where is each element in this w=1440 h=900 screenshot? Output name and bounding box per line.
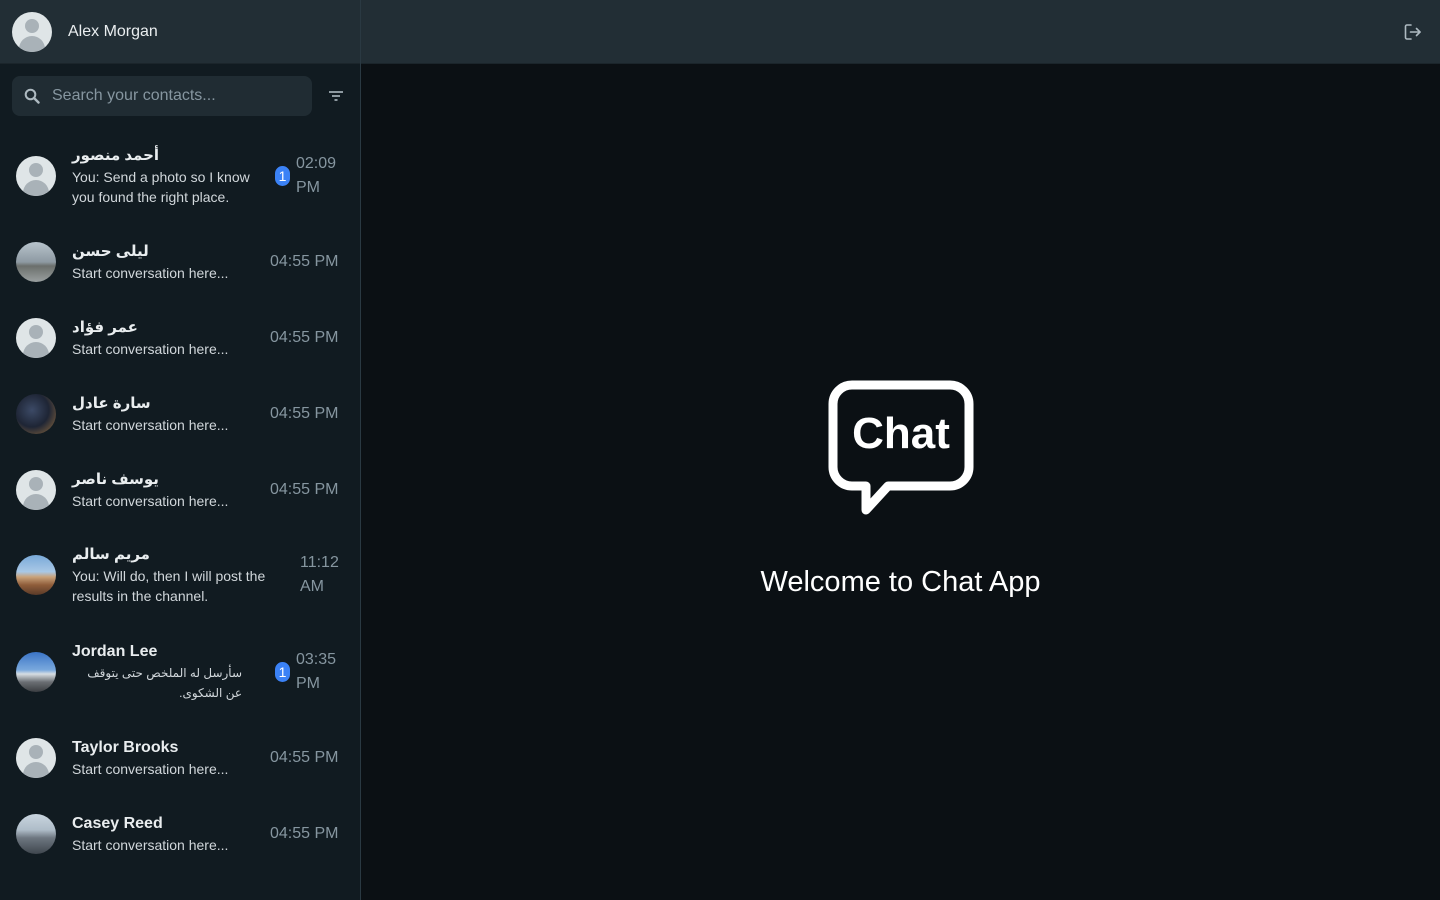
contact-info: مريم سالم You: Will do, then I will post…	[72, 545, 280, 606]
main-panel: Chat Welcome to Chat App	[361, 0, 1440, 900]
contact-time: 04:55 PM	[270, 481, 339, 498]
unread-badge: 1	[275, 166, 290, 186]
contact-item[interactable]: سارة عادل Start conversation here... 04:…	[0, 374, 360, 454]
avatar-body-shape	[19, 35, 45, 52]
contact-name: يوسف ناصر	[72, 470, 159, 488]
contact-item[interactable]: Taylor Brooks Start conversation here...…	[0, 718, 360, 798]
contact-name: Jordan Lee	[72, 642, 158, 660]
user-name: Alex Morgan	[68, 22, 158, 40]
contact-preview: Start conversation here...	[72, 264, 229, 281]
contact-preview: Start conversation here...	[72, 492, 229, 509]
contact-item[interactable]: أحمد منصور You: Send a photo so I know y…	[0, 136, 360, 216]
user-avatar[interactable]	[12, 11, 52, 52]
search-input[interactable]	[52, 76, 308, 116]
contact-avatar	[16, 318, 56, 358]
contact-time: 04:55 PM	[270, 749, 339, 766]
contact-item[interactable]: مريم سالم You: Will do, then I will post…	[0, 535, 360, 615]
contact-item[interactable]: Casey Reed Start conversation here... 04…	[0, 794, 360, 874]
contact-time: 02:09 PM	[296, 155, 337, 196]
chat-logo-text: Chat	[852, 409, 950, 458]
main-header	[361, 0, 1440, 64]
contact-avatar	[16, 242, 56, 282]
contact-item[interactable]: عمر فؤاد Start conversation here... 04:5…	[0, 298, 360, 378]
filter-icon[interactable]	[326, 86, 346, 106]
contact-info: Casey Reed Start conversation here...	[72, 814, 262, 855]
contact-time: 11:12 AM	[300, 554, 339, 595]
contact-time: 03:35 PM	[296, 651, 337, 692]
search-bar[interactable]	[12, 76, 312, 116]
contact-avatar	[16, 555, 56, 595]
contact-preview: سأرسل له الملخص حتى يتوقف عن الشكوى.	[87, 665, 242, 700]
contact-preview: Start conversation here...	[72, 340, 229, 357]
logout-icon[interactable]	[1403, 22, 1423, 42]
contact-avatar	[16, 156, 56, 196]
contact-name: Taylor Brooks	[72, 738, 179, 756]
search-icon	[24, 88, 40, 104]
contact-info: يوسف ناصر Start conversation here...	[72, 470, 262, 511]
contact-preview: Start conversation here...	[72, 836, 229, 853]
contact-name: سارة عادل	[72, 394, 151, 412]
sidebar: Alex Morgan أحمد منصور You: Send a photo…	[0, 0, 361, 900]
contact-avatar	[16, 814, 56, 854]
welcome-message: Welcome to Chat App	[760, 566, 1041, 598]
avatar-head-shape	[25, 18, 39, 33]
sidebar-header: Alex Morgan	[0, 0, 360, 64]
contact-info: ليلى حسن Start conversation here...	[72, 242, 262, 283]
contact-name: مريم سالم	[72, 545, 150, 563]
contact-name: عمر فؤاد	[72, 318, 138, 336]
contact-avatar	[16, 652, 56, 692]
contact-time: 04:55 PM	[270, 329, 339, 346]
contact-avatar	[16, 738, 56, 778]
contact-preview: You: Send a photo so I know you found th…	[72, 168, 250, 205]
unread-badge: 1	[275, 662, 290, 682]
contact-name: Casey Reed	[72, 814, 163, 832]
contact-name: أحمد منصور	[72, 146, 160, 164]
contact-info: عمر فؤاد Start conversation here...	[72, 318, 262, 359]
contact-name: ليلى حسن	[72, 242, 149, 260]
contact-info: سارة عادل Start conversation here...	[72, 394, 262, 435]
contact-info: أحمد منصور You: Send a photo so I know y…	[72, 146, 267, 207]
contact-avatar	[16, 394, 56, 434]
contact-item[interactable]: يوسف ناصر Start conversation here... 04:…	[0, 450, 360, 530]
contact-item[interactable]: Jordan Lee سأرسل له الملخص حتى يتوقف عن …	[0, 632, 360, 712]
contact-time: 04:55 PM	[270, 253, 339, 270]
contact-item[interactable]: ليلى حسن Start conversation here... 04:5…	[0, 222, 360, 302]
contact-preview: Start conversation here...	[72, 760, 229, 777]
contact-time: 04:55 PM	[270, 405, 339, 422]
chat-logo-icon: Chat	[828, 380, 974, 515]
contact-preview: Start conversation here...	[72, 416, 229, 433]
contact-info: Taylor Brooks Start conversation here...	[72, 738, 262, 779]
contact-avatar	[16, 470, 56, 510]
contact-time: 04:55 PM	[270, 825, 339, 842]
contact-info: Jordan Lee سأرسل له الملخص حتى يتوقف عن …	[72, 642, 267, 703]
contact-preview: You: Will do, then I will post the resul…	[72, 567, 266, 604]
